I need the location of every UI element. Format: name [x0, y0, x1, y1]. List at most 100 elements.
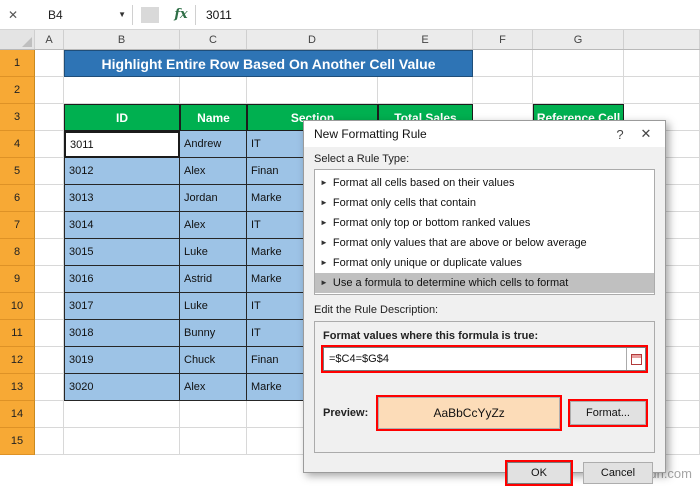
- cell-name[interactable]: Luke: [180, 239, 247, 266]
- empty-cell[interactable]: [35, 320, 64, 347]
- empty-cell[interactable]: [473, 50, 533, 77]
- empty-cell[interactable]: [35, 428, 64, 455]
- cell-name[interactable]: Alex: [180, 374, 247, 401]
- empty-cell[interactable]: [247, 77, 378, 104]
- empty-cell[interactable]: [180, 401, 247, 428]
- rule-type-option[interactable]: ► Format only cells that contain: [315, 193, 654, 213]
- cancel-button[interactable]: Cancel: [583, 462, 653, 484]
- row-header-14[interactable]: 14: [0, 401, 35, 428]
- rule-type-option[interactable]: ► Format all cells based on their values: [315, 173, 654, 193]
- empty-cell[interactable]: [35, 401, 64, 428]
- triangle-marker-icon: ►: [320, 178, 328, 187]
- ok-button[interactable]: OK: [505, 460, 573, 486]
- row-header-11[interactable]: 11: [0, 320, 35, 347]
- row-header-5[interactable]: 5: [0, 158, 35, 185]
- row-header-6[interactable]: 6: [0, 185, 35, 212]
- cell-id[interactable]: 3017: [64, 293, 180, 320]
- cell-id[interactable]: 3018: [64, 320, 180, 347]
- rule-type-option[interactable]: ► Format only top or bottom ranked values: [315, 213, 654, 233]
- cell-id[interactable]: 3016: [64, 266, 180, 293]
- insert-function-icon[interactable]: fx: [167, 7, 195, 22]
- empty-cell[interactable]: [35, 185, 64, 212]
- empty-cell[interactable]: [35, 293, 64, 320]
- column-header-c[interactable]: C: [180, 30, 247, 49]
- column-header-e[interactable]: E: [378, 30, 473, 49]
- dialog-close-icon[interactable]: ✕: [633, 124, 659, 144]
- empty-cell[interactable]: [64, 428, 180, 455]
- header-cell-name[interactable]: Name: [180, 104, 247, 131]
- cell-id[interactable]: 3020: [64, 374, 180, 401]
- empty-cell[interactable]: [35, 104, 64, 131]
- row-header-1[interactable]: 1: [0, 50, 35, 77]
- formula-bar: ✕ B4 ▼ fx 3011: [0, 0, 700, 30]
- row-header-7[interactable]: 7: [0, 212, 35, 239]
- empty-cell[interactable]: [180, 77, 247, 104]
- cell-id[interactable]: 3012: [64, 158, 180, 185]
- cell-name[interactable]: Astrid: [180, 266, 247, 293]
- cell-name[interactable]: Jordan: [180, 185, 247, 212]
- cell-name[interactable]: Chuck: [180, 347, 247, 374]
- cell-name[interactable]: Andrew: [180, 131, 247, 158]
- empty-cell[interactable]: [64, 77, 180, 104]
- row-header-2[interactable]: 2: [0, 77, 35, 104]
- empty-cell[interactable]: [35, 50, 64, 77]
- empty-cell[interactable]: [533, 77, 624, 104]
- row-header-4[interactable]: 4: [0, 131, 35, 158]
- cell-name[interactable]: Alex: [180, 212, 247, 239]
- row-header-13[interactable]: 13: [0, 374, 35, 401]
- dialog-help-button[interactable]: ?: [607, 124, 633, 144]
- cell-name[interactable]: Luke: [180, 293, 247, 320]
- empty-cell[interactable]: [64, 401, 180, 428]
- rule-formula-value[interactable]: =$C4=$G$4: [324, 348, 626, 370]
- empty-cell[interactable]: [378, 77, 473, 104]
- select-rule-type-label: Select a Rule Type:: [314, 153, 410, 165]
- header-cell-id[interactable]: ID: [64, 104, 180, 131]
- row-header-15[interactable]: 15: [0, 428, 35, 455]
- row-header-3[interactable]: 3: [0, 104, 35, 131]
- column-header-d[interactable]: D: [247, 30, 378, 49]
- close-icon[interactable]: ✕: [0, 8, 26, 22]
- collapse-dialog-icon[interactable]: [626, 348, 645, 370]
- rule-type-option-selected[interactable]: ► Use a formula to determine which cells …: [315, 273, 654, 293]
- row-header-8[interactable]: 8: [0, 239, 35, 266]
- cell-name[interactable]: Alex: [180, 158, 247, 185]
- column-header-a[interactable]: A: [35, 30, 64, 49]
- row-header-9[interactable]: 9: [0, 266, 35, 293]
- rule-type-option[interactable]: ► Format only values that are above or be…: [315, 233, 654, 253]
- name-box-dropdown-icon[interactable]: ▼: [118, 10, 126, 19]
- empty-cell[interactable]: [473, 77, 533, 104]
- row-header-12[interactable]: 12: [0, 347, 35, 374]
- column-header-b[interactable]: B: [64, 30, 180, 49]
- empty-cell[interactable]: [624, 77, 700, 104]
- empty-cell[interactable]: [35, 239, 64, 266]
- column-header-filler: [624, 30, 700, 49]
- cell-id[interactable]: 3015: [64, 239, 180, 266]
- column-header-bar: A B C D E F G: [0, 30, 700, 50]
- empty-cell[interactable]: [180, 428, 247, 455]
- cell-b4-selected[interactable]: 3011: [64, 131, 180, 158]
- column-header-g[interactable]: G: [533, 30, 624, 49]
- cell-id[interactable]: 3014: [64, 212, 180, 239]
- select-all-corner[interactable]: [0, 30, 35, 49]
- name-box[interactable]: B4 ▼: [26, 4, 132, 26]
- empty-cell[interactable]: [624, 50, 700, 77]
- row-header-10[interactable]: 10: [0, 293, 35, 320]
- dialog-title-bar[interactable]: New Formatting Rule ? ✕: [304, 121, 665, 147]
- empty-cell[interactable]: [35, 374, 64, 401]
- cell-id[interactable]: 3019: [64, 347, 180, 374]
- empty-cell[interactable]: [35, 77, 64, 104]
- empty-cell[interactable]: [35, 266, 64, 293]
- rule-type-option[interactable]: ► Format only unique or duplicate values: [315, 253, 654, 273]
- empty-cell[interactable]: [533, 50, 624, 77]
- format-button[interactable]: Format...: [568, 399, 648, 427]
- empty-cell[interactable]: [35, 212, 64, 239]
- cell-id[interactable]: 3013: [64, 185, 180, 212]
- empty-cell[interactable]: [35, 347, 64, 374]
- cell-name[interactable]: Bunny: [180, 320, 247, 347]
- empty-cell[interactable]: [35, 158, 64, 185]
- rule-formula-input[interactable]: =$C4=$G$4: [321, 345, 648, 373]
- title-banner-cell[interactable]: Highlight Entire Row Based On Another Ce…: [64, 50, 473, 77]
- column-header-f[interactable]: F: [473, 30, 533, 49]
- formula-input[interactable]: 3011: [196, 8, 700, 22]
- empty-cell[interactable]: [35, 131, 64, 158]
